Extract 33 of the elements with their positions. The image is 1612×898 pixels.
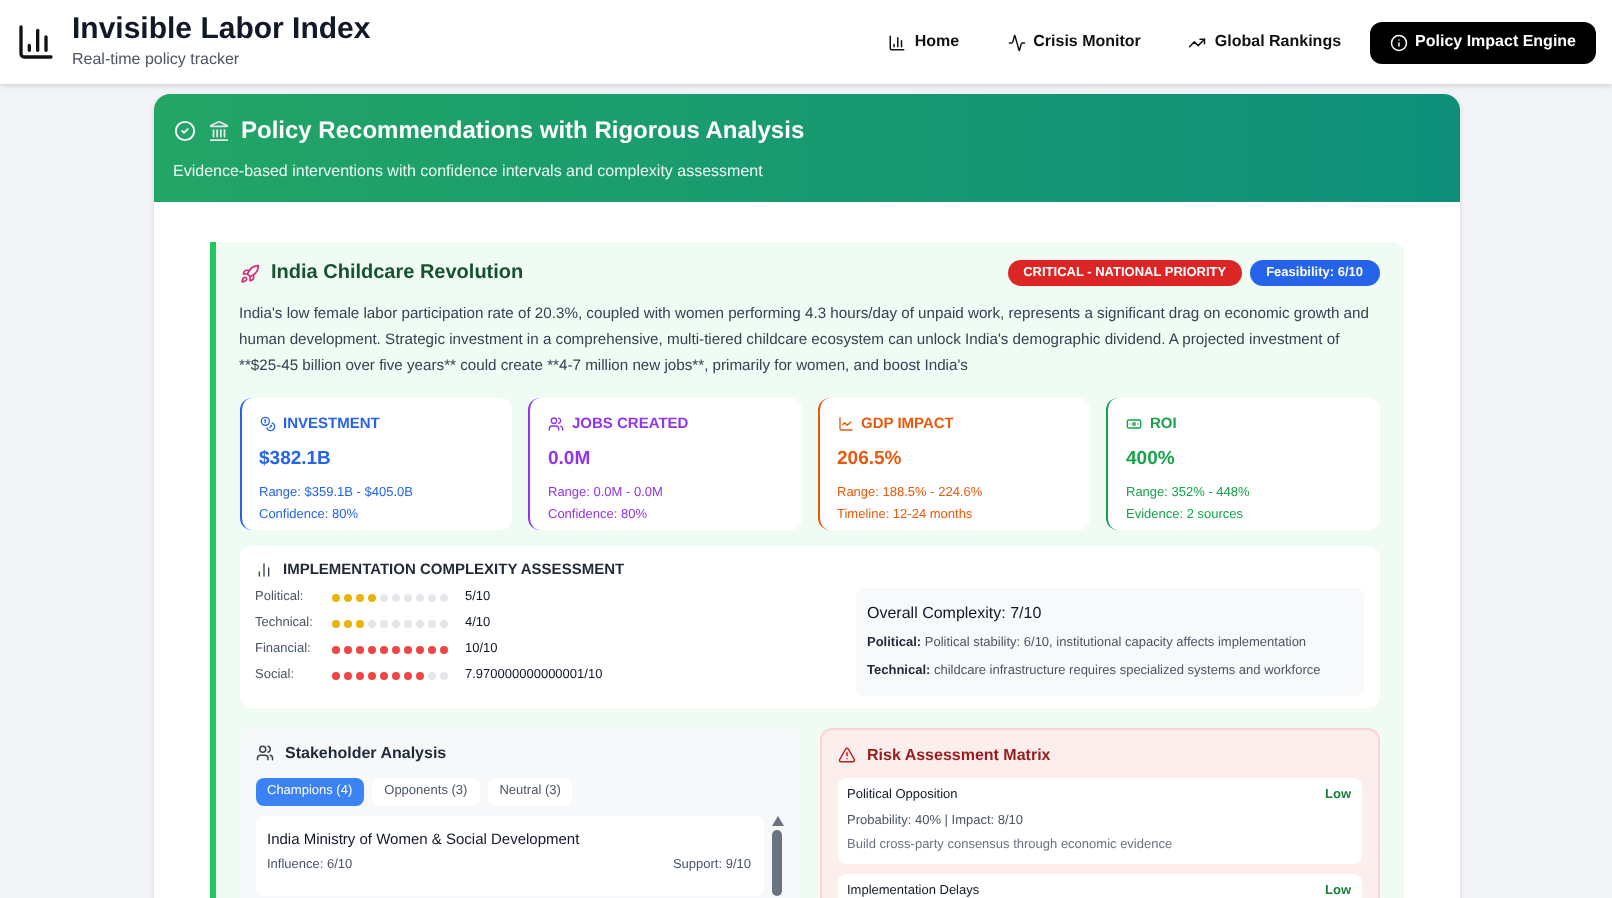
nav-button[interactable]: Global Rankings (1168, 21, 1362, 63)
check-icon (173, 119, 195, 141)
scroll-thumb[interactable] (772, 829, 782, 895)
overall-complexity: Overall Complexity: 7/10 (867, 602, 1044, 627)
metric-value: $382.1B (259, 446, 333, 475)
bank-icon (207, 119, 229, 141)
metric-icon (548, 415, 564, 432)
metric-icon (259, 415, 275, 432)
nav-icon (1389, 33, 1408, 51)
nav-icon (1007, 33, 1026, 51)
bars-icon (255, 561, 271, 578)
scrollbar[interactable] (771, 815, 783, 895)
nav-icon (1188, 33, 1207, 51)
nav-icon (888, 33, 907, 51)
nav-button[interactable]: Policy Impact Engine (1369, 21, 1596, 63)
metric-icon (1126, 415, 1142, 432)
app-title: Invisible Labor Index (72, 11, 371, 49)
people-icon (255, 744, 273, 763)
metric-icon (837, 415, 853, 432)
nav-button[interactable]: Crisis Monitor (987, 21, 1161, 63)
metric-value: 400% (1126, 446, 1177, 475)
metric-value: 0.0M (548, 446, 593, 475)
rocket-icon (239, 263, 259, 283)
warning-icon (837, 746, 855, 765)
stakeholder-title: Stakeholder Analysis (285, 741, 447, 766)
nav-button[interactable]: Home (868, 21, 980, 63)
banner-title: Policy Recommendations with Rigorous Analysis (241, 114, 805, 148)
metric-value: 206.5% (837, 446, 904, 475)
banner-subtitle: Evidence-based interventions with confidence intervals and complexity assessment (173, 160, 765, 184)
app-subtitle: Real-time policy tracker (72, 48, 242, 73)
risk-title: Risk Assessment Matrix (867, 743, 1051, 768)
policy-title: India Childcare Revolution (271, 260, 524, 288)
logo-icon (16, 22, 56, 62)
